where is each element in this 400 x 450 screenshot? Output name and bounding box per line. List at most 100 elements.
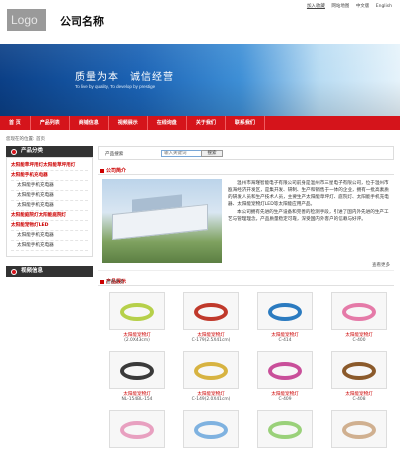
intro-header: 公司简介 — [98, 166, 394, 175]
collar-shape — [120, 303, 154, 321]
sidebar: 产品分类 太阳能草坪用灯太阳能草坪用灯 太阳能手机充电器 太阳能手机充电器 太阳… — [6, 146, 93, 277]
product-card[interactable]: 太阳能宠物灯 C-408 — [326, 351, 392, 402]
product-card[interactable]: 太阳能宠物灯 (2.0X43cm) — [104, 292, 170, 343]
product-image[interactable] — [331, 292, 387, 330]
search-label: 产品搜索 — [105, 152, 124, 157]
factory-image — [102, 179, 222, 263]
collar-shape — [194, 362, 228, 380]
collar-shape — [342, 421, 376, 439]
intro-title: 公司简介 — [106, 168, 127, 174]
nav-item-shop-info[interactable]: 商铺信息 — [70, 116, 109, 130]
collar-shape — [268, 303, 302, 321]
search-button[interactable]: 搜索 — [201, 150, 223, 157]
product-card[interactable]: 太阳能宠物灯 C-400 — [326, 292, 392, 343]
product-card[interactable] — [326, 410, 392, 450]
search-bar: 产品搜索 搜索 — [98, 146, 394, 160]
nav-item-videos[interactable]: 视频展示 — [109, 116, 148, 130]
category-title: 产品分类 — [21, 148, 44, 154]
collar-shape — [268, 362, 302, 380]
breadcrumb: 您现在的位置: 首页 — [6, 137, 45, 142]
logo[interactable]: Logo — [7, 9, 46, 31]
product-image[interactable] — [183, 410, 239, 448]
product-image[interactable] — [183, 292, 239, 330]
building-shape — [112, 203, 208, 241]
product-code: C-408 — [352, 397, 366, 402]
banner-overlay — [0, 44, 400, 116]
product-card[interactable] — [252, 410, 318, 450]
product-code: C-149(2.0X41cm) — [191, 397, 231, 402]
main-content: 产品搜索 搜索 公司简介 温州市海瑾智能电子有限公司前身是温州市三星电子有限公司… — [98, 146, 394, 450]
product-code: C-409 — [278, 397, 292, 402]
product-code: C-179(2.5X41cm) — [191, 338, 231, 343]
products-header: 产品展示 查看更多 — [98, 277, 394, 286]
collar-shape — [342, 362, 376, 380]
sidebar-item[interactable]: 太阳能宠物灯LED — [11, 221, 88, 231]
banner-slogan-en: To live by quality, To develop by presti… — [75, 84, 156, 89]
product-card[interactable] — [178, 410, 244, 450]
category-header: 产品分类 — [6, 146, 93, 157]
nav-item-inquiry[interactable]: 在线询盘 — [148, 116, 187, 130]
product-image[interactable] — [257, 292, 313, 330]
chinese-link[interactable]: 中文版 — [356, 4, 370, 9]
nav-item-products[interactable]: 产品列表 — [31, 116, 70, 130]
top-links: 加入收藏 网站地图 中文版 English — [302, 3, 392, 9]
sidebar-item[interactable]: 太阳能手机充电器 — [11, 241, 88, 251]
product-image[interactable] — [257, 351, 313, 389]
company-name: 公司名称 — [60, 15, 104, 28]
header: Logo 公司名称 加入收藏 网站地图 中文版 English — [0, 0, 400, 44]
products-more-link[interactable]: 查看更多 — [106, 279, 390, 285]
product-code: C-400 — [352, 338, 366, 343]
bullet-icon — [11, 149, 17, 155]
sidebar-item[interactable]: 太阳能庭院灯太阳能庭院灯 — [11, 211, 88, 221]
product-card[interactable]: 太阳能宠物灯 C-179(2.5X41cm) — [178, 292, 244, 343]
product-card[interactable]: 太阳能宠物灯 C-414 — [252, 292, 318, 343]
product-card[interactable]: 太阳能宠物灯 C-409 — [252, 351, 318, 402]
product-code: (2.0X43cm) — [124, 338, 150, 343]
product-code: NL-154BL-154 — [121, 397, 153, 402]
sidebar-item[interactable]: 太阳能手机充电器 — [11, 171, 88, 181]
nav-item-contact[interactable]: 联系我们 — [226, 116, 265, 130]
sidebar-item[interactable]: 太阳能手机充电器 — [11, 181, 88, 191]
bullet-icon — [11, 269, 17, 275]
bookmark-link[interactable]: 加入收藏 — [307, 4, 325, 9]
product-card[interactable]: 太阳能宠物灯 C-149(2.0X41cm) — [178, 351, 244, 402]
product-code: C-414 — [278, 338, 292, 343]
sidebar-item[interactable]: 太阳能手机充电器 — [11, 201, 88, 211]
product-image[interactable] — [109, 292, 165, 330]
video-title: 视频信息 — [21, 268, 44, 274]
main-nav: 首 页 产品列表 商铺信息 视频展示 在线询盘 关于我们 联系我们 — [0, 116, 400, 130]
nav-item-about[interactable]: 关于我们 — [187, 116, 226, 130]
product-image[interactable] — [331, 351, 387, 389]
intro-more-link[interactable]: 查看更多 — [372, 262, 390, 268]
product-image[interactable] — [109, 410, 165, 448]
sidebar-item[interactable]: 太阳能手机充电器 — [11, 191, 88, 201]
collar-shape — [120, 362, 154, 380]
square-icon — [100, 280, 104, 284]
english-link[interactable]: English — [376, 4, 392, 9]
product-card[interactable] — [104, 410, 170, 450]
company-intro: 温州市海瑾智能电子有限公司前身是温州市三星电子有限公司，位于温州市瓯海经济开发区… — [98, 175, 394, 271]
intro-paragraph: 本公司拥有先进的生产设备和完善的检测手段，引进了国内外先进的生产工艺与管理理念，… — [228, 210, 389, 222]
sidebar-item[interactable]: 太阳能手机充电器 — [11, 231, 88, 241]
collar-shape — [268, 421, 302, 439]
intro-paragraph: 温州市海瑾智能电子有限公司前身是温州市三星电子有限公司，位于温州市瓯海经济开发区… — [228, 181, 389, 207]
product-image[interactable] — [331, 410, 387, 448]
product-image[interactable] — [257, 410, 313, 448]
collar-shape — [120, 421, 154, 439]
product-image[interactable] — [109, 351, 165, 389]
nav-item-home[interactable]: 首 页 — [0, 116, 31, 130]
collar-shape — [194, 421, 228, 439]
product-card[interactable]: 太阳能宠物灯 NL-154BL-154 — [104, 351, 170, 402]
banner: 质量为本 诚信经营 To live by quality, To develop… — [0, 44, 400, 116]
banner-slogan: 质量为本 诚信经营 — [75, 72, 174, 83]
sitemap-link[interactable]: 网站地图 — [331, 4, 349, 9]
product-image[interactable] — [183, 351, 239, 389]
category-list: 太阳能草坪用灯太阳能草坪用灯 太阳能手机充电器 太阳能手机充电器 太阳能手机充电… — [6, 157, 93, 257]
product-grid: 太阳能宠物灯 (2.0X43cm) 太阳能宠物灯 C-179(2.5X41cm) 太阳能… — [98, 292, 394, 450]
sidebar-item[interactable]: 太阳能草坪用灯太阳能草坪用灯 — [11, 161, 88, 171]
intro-text: 温州市海瑾智能电子有限公司前身是温州市三星电子有限公司，位于温州市瓯海经济开发区… — [228, 180, 390, 224]
collar-shape — [194, 303, 228, 321]
square-icon — [100, 169, 104, 173]
video-header: 视频信息 — [6, 266, 93, 277]
